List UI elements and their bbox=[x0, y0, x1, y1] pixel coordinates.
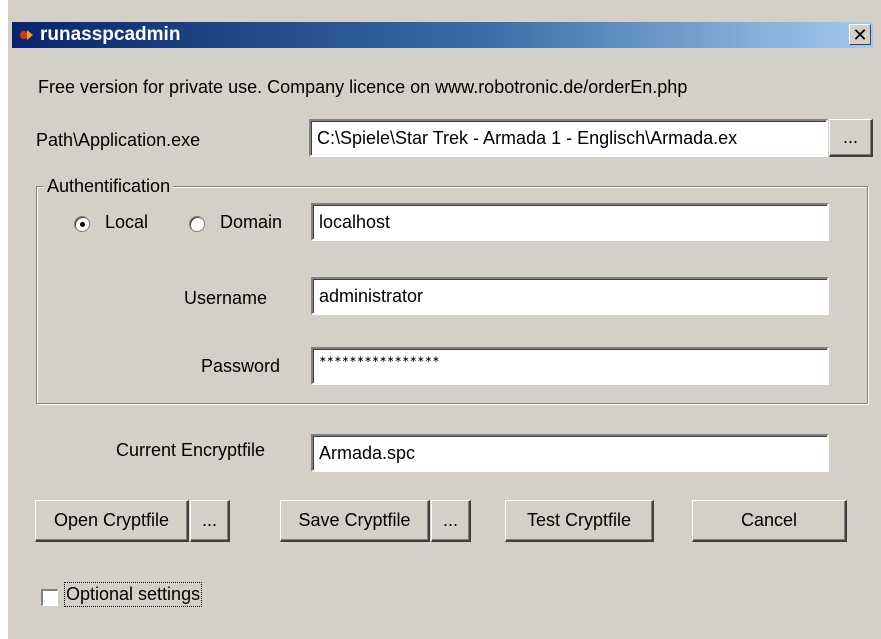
close-button[interactable]: ✕ bbox=[849, 24, 871, 45]
save-cryptfile-button[interactable]: Save Cryptfile bbox=[280, 500, 430, 542]
path-input[interactable]: C:\Spiele\Star Trek - Armada 1 - Englisc… bbox=[309, 119, 828, 157]
encryptfile-input[interactable]: Armada.spc bbox=[311, 434, 829, 472]
cancel-button[interactable]: Cancel bbox=[692, 500, 847, 542]
optional-settings-checkbox[interactable] bbox=[41, 589, 58, 606]
save-browse-button[interactable]: ... bbox=[431, 500, 471, 542]
optional-settings-label[interactable]: Optional settings bbox=[63, 582, 203, 607]
username-input[interactable]: administrator bbox=[311, 277, 829, 315]
domain-radio-label[interactable]: Domain bbox=[220, 212, 282, 233]
local-radio-label[interactable]: Local bbox=[105, 212, 148, 233]
path-label: Path\Application.exe bbox=[36, 130, 201, 150]
open-cryptfile-button[interactable]: Open Cryptfile bbox=[35, 500, 189, 542]
username-label: Username bbox=[184, 288, 268, 308]
encryptfile-label: Current Encryptfile bbox=[116, 440, 266, 460]
password-input[interactable]: ∗∗∗∗∗∗∗∗∗∗∗∗∗∗∗∗ bbox=[311, 347, 829, 385]
authentication-legend: Authentification bbox=[44, 176, 174, 197]
domain-radio[interactable] bbox=[189, 216, 205, 232]
path-browse-button[interactable]: ... bbox=[829, 119, 873, 157]
license-info-text: Free version for private use. Company li… bbox=[38, 77, 688, 97]
domain-input[interactable]: localhost bbox=[311, 203, 829, 241]
test-cryptfile-button[interactable]: Test Cryptfile bbox=[505, 500, 654, 542]
open-browse-button[interactable]: ... bbox=[190, 500, 230, 542]
title-bar[interactable]: runasspcadmin ✕ bbox=[12, 22, 873, 48]
window-title: runasspcadmin bbox=[40, 24, 181, 45]
password-label: Password bbox=[201, 356, 281, 376]
local-radio[interactable] bbox=[74, 216, 90, 232]
radio-selected-dot bbox=[80, 222, 85, 227]
app-icon bbox=[20, 30, 33, 40]
